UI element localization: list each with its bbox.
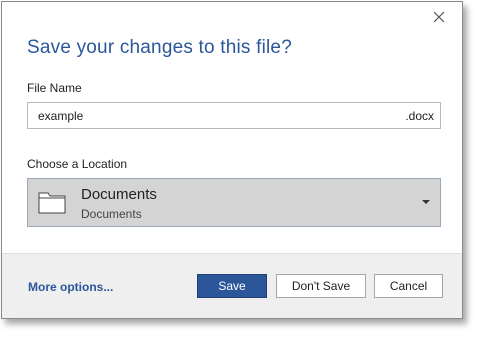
- location-label: Choose a Location: [27, 157, 128, 171]
- save-dialog: Save your changes to this file? File Nam…: [1, 1, 463, 319]
- close-icon[interactable]: [430, 8, 448, 26]
- dialog-title: Save your changes to this file?: [27, 37, 292, 58]
- file-name-field[interactable]: .docx: [27, 102, 441, 129]
- file-name-input[interactable]: [38, 107, 378, 124]
- location-path: Documents: [81, 207, 142, 221]
- save-button[interactable]: Save: [197, 274, 267, 298]
- location-name: Documents: [81, 186, 157, 203]
- more-options-link[interactable]: More options...: [28, 280, 113, 294]
- dont-save-button[interactable]: Don't Save: [276, 274, 366, 298]
- dialog-footer: More options... Save Don't Save Cancel: [2, 253, 462, 318]
- file-extension: .docx: [405, 109, 434, 123]
- close-icon-glyph: [433, 11, 445, 23]
- location-dropdown[interactable]: Documents Documents: [27, 178, 441, 227]
- folder-icon: [38, 190, 66, 214]
- chevron-down-icon[interactable]: [422, 200, 430, 204]
- cancel-button[interactable]: Cancel: [374, 274, 443, 298]
- file-name-label: File Name: [27, 81, 82, 95]
